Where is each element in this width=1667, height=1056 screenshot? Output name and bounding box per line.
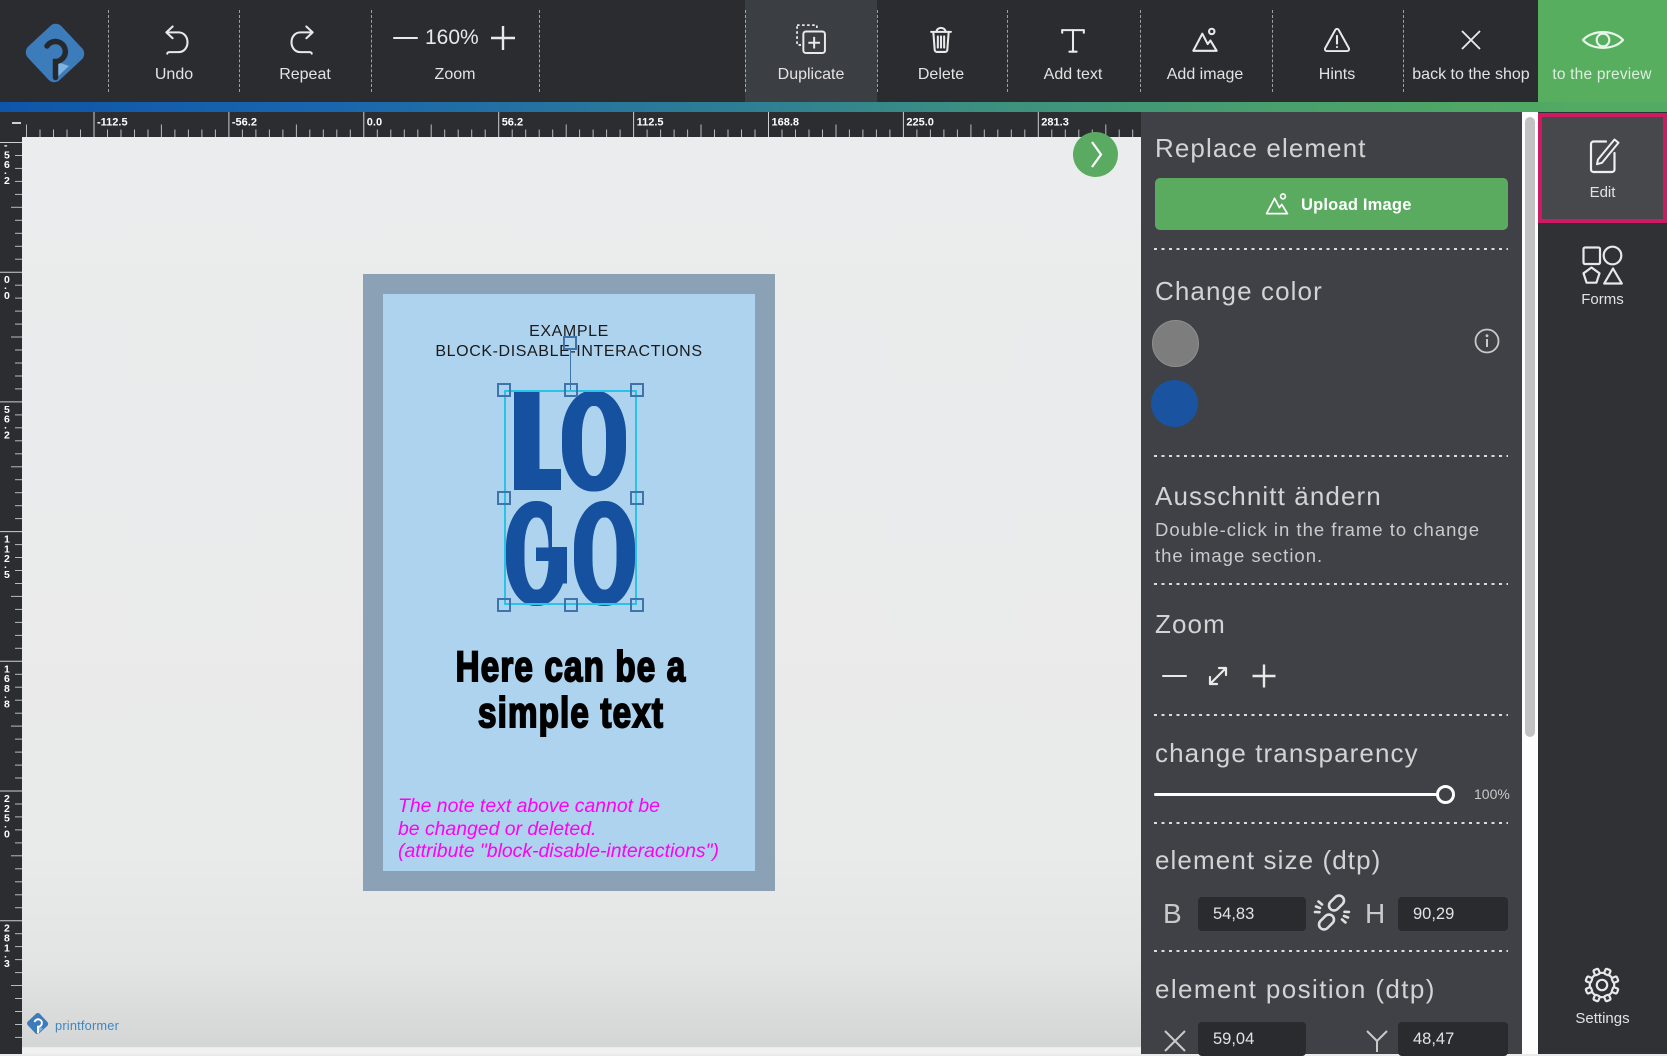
svg-text:2: 2	[4, 175, 10, 187]
svg-text:3: 3	[4, 958, 10, 970]
svg-text:0.0: 0.0	[367, 117, 382, 129]
svg-text:8: 8	[4, 699, 10, 711]
svg-text:0: 0	[4, 828, 10, 840]
svg-text:0: 0	[4, 290, 10, 302]
svg-text:5: 5	[4, 569, 10, 581]
svg-text:56.2: 56.2	[502, 117, 523, 129]
svg-text:281.3: 281.3	[1041, 117, 1069, 129]
svg-text:225.0: 225.0	[906, 117, 934, 129]
svg-text:2: 2	[4, 430, 10, 442]
svg-text:112.5: 112.5	[637, 117, 664, 129]
svg-text:-112.5: -112.5	[97, 117, 128, 129]
svg-text:-56.2: -56.2	[232, 117, 257, 129]
svg-text:168.8: 168.8	[772, 117, 800, 129]
